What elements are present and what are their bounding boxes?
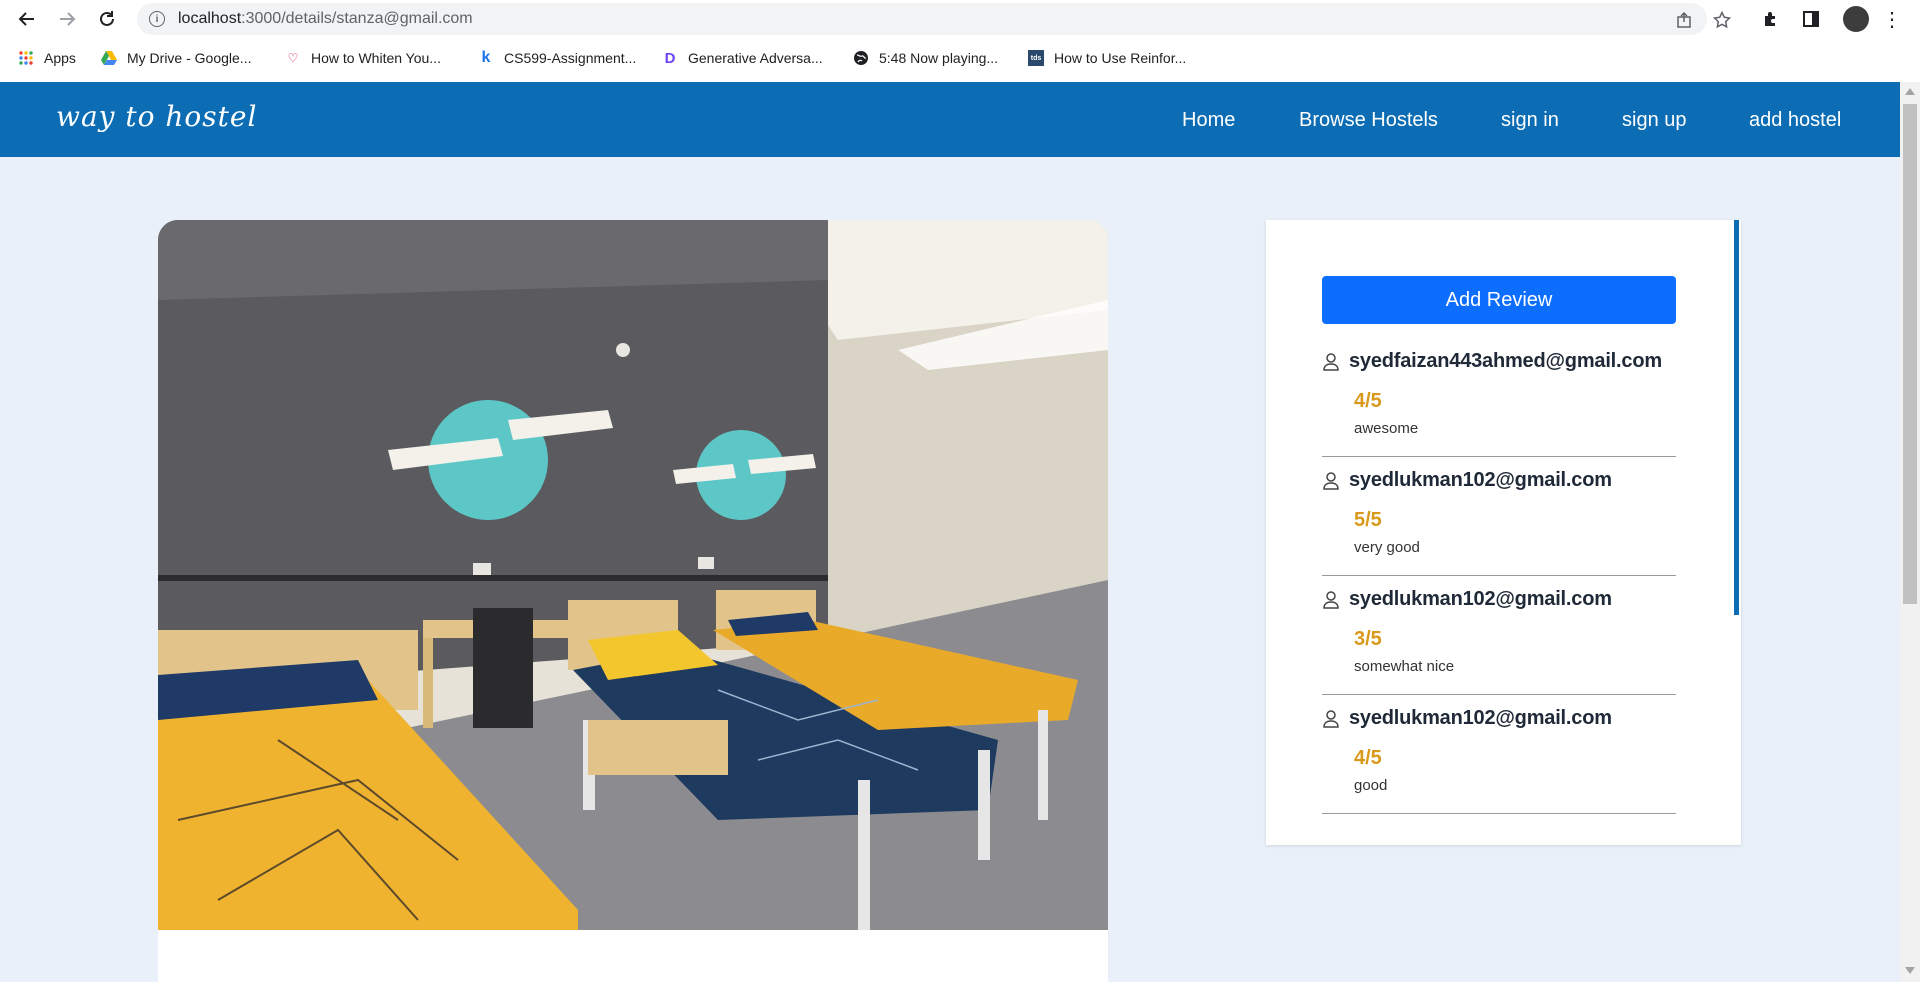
review-user: syedfaizan443ahmed@gmail.com bbox=[1349, 350, 1662, 372]
profile-avatar[interactable] bbox=[1843, 6, 1869, 32]
address-bar[interactable]: i localhost:3000/details/stanza@gmail.co… bbox=[137, 3, 1731, 35]
bookmark-my-drive[interactable]: My Drive - Google... bbox=[101, 46, 251, 70]
review-user: syedlukman102@gmail.com bbox=[1349, 588, 1612, 610]
extensions-puzzle-icon[interactable] bbox=[1758, 6, 1784, 32]
apps-grid-icon bbox=[18, 50, 34, 66]
page-scrollbar[interactable] bbox=[1900, 82, 1920, 982]
url-host: localhost bbox=[178, 10, 242, 27]
user-icon bbox=[1323, 353, 1339, 371]
hostel-room-photo bbox=[158, 220, 1108, 930]
review-text: somewhat nice bbox=[1354, 658, 1455, 675]
reviews-accent-bar bbox=[1734, 220, 1739, 615]
user-icon bbox=[1323, 710, 1339, 728]
back-arrow-icon[interactable] bbox=[14, 6, 40, 32]
review-text: good bbox=[1354, 777, 1388, 794]
user-icon bbox=[1323, 472, 1339, 490]
review-rating: 3/5 bbox=[1354, 628, 1382, 650]
brand-logo[interactable]: way to hostel bbox=[56, 100, 257, 133]
nav-sign-in[interactable]: sign in bbox=[1501, 109, 1559, 132]
k-icon: k bbox=[481, 49, 491, 66]
review-item: syedlukman102@gmail.com 3/5 somewhat nic… bbox=[1322, 582, 1676, 695]
bookmark-generative[interactable]: D Generative Adversa... bbox=[662, 46, 823, 70]
review-user: syedlukman102@gmail.com bbox=[1349, 469, 1612, 491]
side-panel-icon[interactable] bbox=[1798, 6, 1824, 32]
review-text: awesome bbox=[1354, 420, 1419, 437]
review-rating: 4/5 bbox=[1354, 747, 1382, 769]
url-text: localhost:3000/details/stanza@gmail.com bbox=[178, 10, 473, 28]
app-navbar: way to hostel Home Browse Hostels sign i… bbox=[0, 82, 1900, 157]
nav-sign-up[interactable]: sign up bbox=[1622, 109, 1687, 132]
review-item: syedlukman102@gmail.com 5/5 very good bbox=[1322, 463, 1676, 576]
browser-toolbar: i localhost:3000/details/stanza@gmail.co… bbox=[0, 0, 1920, 38]
bookmark-now-playing[interactable]: 5:48 Now playing... bbox=[853, 46, 998, 70]
nav-browse-hostels[interactable]: Browse Hostels bbox=[1299, 109, 1438, 132]
review-item: syedfaizan443ahmed@gmail.com 4/5 awesome bbox=[1322, 344, 1676, 457]
bookmark-label: How to Whiten You... bbox=[311, 50, 441, 66]
bookmark-label: How to Use Reinfor... bbox=[1054, 50, 1187, 66]
hostel-card bbox=[158, 220, 1108, 982]
bookmark-label: Apps bbox=[44, 50, 76, 66]
scroll-up-arrow-icon[interactable] bbox=[1905, 88, 1915, 95]
bookmark-label: CS599-Assignment... bbox=[504, 50, 637, 66]
reload-icon[interactable] bbox=[94, 6, 120, 32]
bookmarks-bar: Apps My Drive - Google... ♡ How to White… bbox=[0, 46, 1920, 70]
bookmark-cs599[interactable]: k CS599-Assignment... bbox=[478, 46, 637, 70]
review-rating: 5/5 bbox=[1354, 509, 1382, 531]
add-review-button[interactable]: Add Review bbox=[1322, 276, 1676, 324]
bookmark-apps[interactable]: Apps bbox=[18, 46, 76, 70]
bookmark-label: My Drive - Google... bbox=[127, 50, 252, 66]
nav-home[interactable]: Home bbox=[1182, 109, 1235, 132]
google-drive-icon bbox=[101, 50, 117, 66]
d-logo-icon: D bbox=[664, 49, 676, 67]
bookmark-whiten[interactable]: ♡ How to Whiten You... bbox=[285, 46, 441, 70]
review-item: syedlukman102@gmail.com 4/5 good bbox=[1322, 701, 1676, 814]
forward-arrow-icon[interactable] bbox=[54, 6, 80, 32]
scrollbar-thumb[interactable] bbox=[1903, 104, 1917, 604]
browser-menu-icon[interactable]: ⋮ bbox=[1882, 6, 1902, 32]
globe-icon bbox=[853, 50, 869, 66]
share-icon[interactable] bbox=[1674, 9, 1696, 31]
bookmark-star-icon[interactable] bbox=[1711, 9, 1733, 31]
bookmark-label: Generative Adversa... bbox=[688, 50, 823, 66]
tooth-icon: ♡ bbox=[287, 51, 299, 65]
user-icon bbox=[1323, 591, 1339, 609]
bookmark-label: 5:48 Now playing... bbox=[879, 50, 999, 66]
scroll-down-arrow-icon[interactable] bbox=[1905, 967, 1915, 974]
review-rating: 4/5 bbox=[1354, 390, 1382, 412]
bookmark-reinforce[interactable]: tds How to Use Reinfor... bbox=[1028, 46, 1186, 70]
nav-add-hostel[interactable]: add hostel bbox=[1749, 109, 1841, 132]
site-info-icon[interactable]: i bbox=[149, 11, 165, 27]
review-user: syedlukman102@gmail.com bbox=[1349, 707, 1612, 729]
review-text: very good bbox=[1354, 539, 1420, 556]
reviews-panel: Add Review syedfaizan443ahmed@gmail.com … bbox=[1266, 220, 1741, 845]
browser-chrome: i localhost:3000/details/stanza@gmail.co… bbox=[0, 0, 1920, 82]
url-path: :3000/details/stanza@gmail.com bbox=[241, 10, 473, 27]
tds-icon: tds bbox=[1028, 50, 1044, 66]
